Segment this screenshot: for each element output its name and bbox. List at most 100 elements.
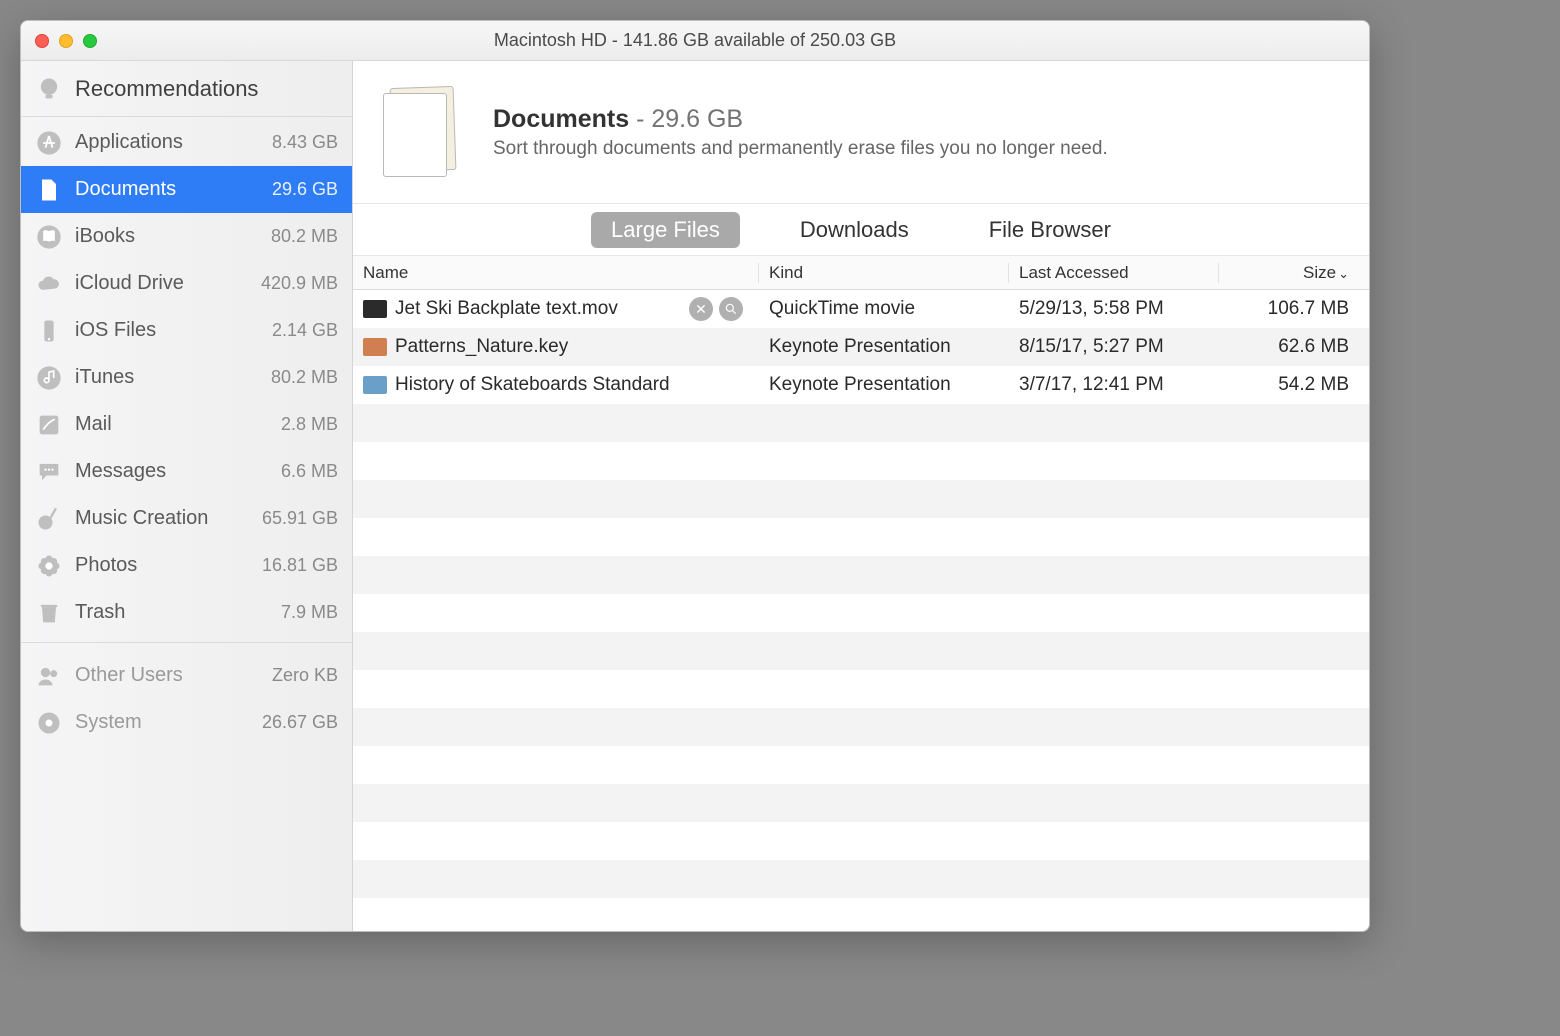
- file-row[interactable]: Jet Ski Backplate text.mov✕QuickTime mov…: [353, 290, 1369, 328]
- file-row: [353, 594, 1369, 632]
- file-thumbnail-icon: [363, 376, 387, 394]
- sidebar-item-size: 80.2 MB: [271, 226, 338, 247]
- column-header-kind[interactable]: Kind: [759, 263, 1009, 283]
- sidebar-item-mail[interactable]: Mail 2.8 MB: [21, 401, 352, 448]
- sidebar-item-music-creation[interactable]: Music Creation65.91 GB: [21, 495, 352, 542]
- category-title: Documents: [493, 105, 629, 133]
- file-thumbnail-icon: [363, 338, 387, 356]
- tab-downloads[interactable]: Downloads: [780, 212, 929, 248]
- file-row: [353, 898, 1369, 931]
- iphone-icon: [35, 317, 63, 345]
- file-name: History of Skateboards Standard: [395, 374, 670, 396]
- file-thumbnail-icon: [363, 300, 387, 318]
- sidebar-item-label: Messages: [75, 460, 269, 483]
- category-header: Documents - 29.6 GB Sort through documen…: [353, 61, 1369, 204]
- gear-icon: [35, 709, 63, 737]
- file-kind: Keynote Presentation: [759, 336, 1009, 358]
- column-header-date[interactable]: Last Accessed: [1009, 263, 1219, 283]
- sidebar-item-ibooks[interactable]: iBooks 80.2 MB: [21, 213, 352, 260]
- sidebar-item-messages[interactable]: Messages 6.6 MB: [21, 448, 352, 495]
- file-row: [353, 822, 1369, 860]
- column-header-size[interactable]: Size⌄: [1219, 263, 1369, 283]
- window-title: Macintosh HD - 141.86 GB available of 25…: [21, 30, 1369, 51]
- sidebar-item-other-users[interactable]: Other Users Zero KB: [21, 652, 352, 699]
- file-row: [353, 442, 1369, 480]
- file-row: [353, 404, 1369, 442]
- category-subtitle: Sort through documents and permanently e…: [493, 138, 1108, 160]
- file-row: [353, 518, 1369, 556]
- sidebar-item-label: iBooks: [75, 225, 259, 248]
- sidebar-item-label: Trash: [75, 601, 269, 624]
- lightbulb-icon: [35, 75, 63, 103]
- sidebar-item-applications[interactable]: Applications8.43 GB: [21, 119, 352, 166]
- reveal-file-button[interactable]: [719, 297, 743, 321]
- sidebar-item-size: Zero KB: [272, 665, 338, 686]
- titlebar: Macintosh HD - 141.86 GB available of 25…: [21, 21, 1369, 61]
- stamp-icon: [35, 411, 63, 439]
- sidebar-item-size: 80.2 MB: [271, 367, 338, 388]
- file-last-accessed: 8/15/17, 5:27 PM: [1009, 336, 1219, 358]
- sidebar-item-size: 65.91 GB: [262, 508, 338, 529]
- document-icon: [35, 176, 63, 204]
- sidebar-item-size: 2.8 MB: [281, 414, 338, 435]
- sidebar-item-system[interactable]: System26.67 GB: [21, 699, 352, 746]
- sidebar-item-size: 16.81 GB: [262, 555, 338, 576]
- category-size: 29.6 GB: [651, 105, 743, 133]
- tab-file-browser[interactable]: File Browser: [969, 212, 1131, 248]
- sidebar-item-icloud-drive[interactable]: iCloud Drive 420.9 MB: [21, 260, 352, 307]
- sort-descending-icon: ⌄: [1338, 266, 1349, 281]
- cloud-icon: [35, 270, 63, 298]
- book-icon: [35, 223, 63, 251]
- file-size: 106.7 MB: [1219, 298, 1369, 320]
- sidebar-item-label: Mail: [75, 413, 269, 436]
- flower-icon: [35, 552, 63, 580]
- sidebar-item-label: Recommendations: [75, 76, 338, 102]
- sidebar-item-size: 420.9 MB: [261, 273, 338, 294]
- sidebar-item-label: Applications: [75, 131, 260, 154]
- music-note-icon: [35, 364, 63, 392]
- sidebar-item-label: iTunes: [75, 366, 259, 389]
- file-row[interactable]: History of Skateboards Standard Keynote P…: [353, 366, 1369, 404]
- file-row: [353, 708, 1369, 746]
- file-table-body: Jet Ski Backplate text.mov✕QuickTime mov…: [353, 290, 1369, 931]
- bubble-icon: [35, 458, 63, 486]
- file-row: [353, 480, 1369, 518]
- file-kind: QuickTime movie: [759, 298, 1009, 320]
- file-row: [353, 860, 1369, 898]
- sidebar-item-itunes[interactable]: iTunes 80.2 MB: [21, 354, 352, 401]
- sidebar-item-label: Photos: [75, 554, 250, 577]
- storage-management-window: Macintosh HD - 141.86 GB available of 25…: [20, 20, 1370, 932]
- file-kind: Keynote Presentation: [759, 374, 1009, 396]
- sidebar-item-size: 6.6 MB: [281, 461, 338, 482]
- file-row: [353, 556, 1369, 594]
- file-row: [353, 632, 1369, 670]
- sidebar-item-size: 7.9 MB: [281, 602, 338, 623]
- sidebar-item-label: Documents: [75, 178, 260, 201]
- users-icon: [35, 662, 63, 690]
- sidebar-item-label: iOS Files: [75, 319, 260, 342]
- trash-icon: [35, 599, 63, 627]
- sidebar-item-label: Other Users: [75, 664, 260, 687]
- sidebar-item-recommendations[interactable]: Recommendations: [21, 61, 352, 117]
- appstore-icon: [35, 129, 63, 157]
- file-row: [353, 670, 1369, 708]
- file-row: [353, 746, 1369, 784]
- sidebar: Recommendations Applications8.43 GBDocum…: [21, 61, 353, 931]
- column-header-name[interactable]: Name: [353, 263, 759, 283]
- sidebar-item-ios-files[interactable]: iOS Files2.14 GB: [21, 307, 352, 354]
- file-row: [353, 784, 1369, 822]
- sidebar-item-trash[interactable]: Trash 7.9 MB: [21, 589, 352, 636]
- category-title-line: Documents - 29.6 GB: [493, 105, 1108, 134]
- file-last-accessed: 3/7/17, 12:41 PM: [1009, 374, 1219, 396]
- file-size: 62.6 MB: [1219, 336, 1369, 358]
- file-size: 54.2 MB: [1219, 374, 1369, 396]
- sidebar-item-size: 29.6 GB: [272, 179, 338, 200]
- file-last-accessed: 5/29/13, 5:58 PM: [1009, 298, 1219, 320]
- delete-file-button[interactable]: ✕: [689, 297, 713, 321]
- sidebar-item-photos[interactable]: Photos 16.81 GB: [21, 542, 352, 589]
- sidebar-item-label: iCloud Drive: [75, 272, 249, 295]
- documents-stack-icon: [379, 87, 469, 177]
- file-row[interactable]: Patterns_Nature.keyKeynote Presentation8…: [353, 328, 1369, 366]
- tab-large-files[interactable]: Large Files: [591, 212, 740, 248]
- sidebar-item-documents[interactable]: Documents 29.6 GB: [21, 166, 352, 213]
